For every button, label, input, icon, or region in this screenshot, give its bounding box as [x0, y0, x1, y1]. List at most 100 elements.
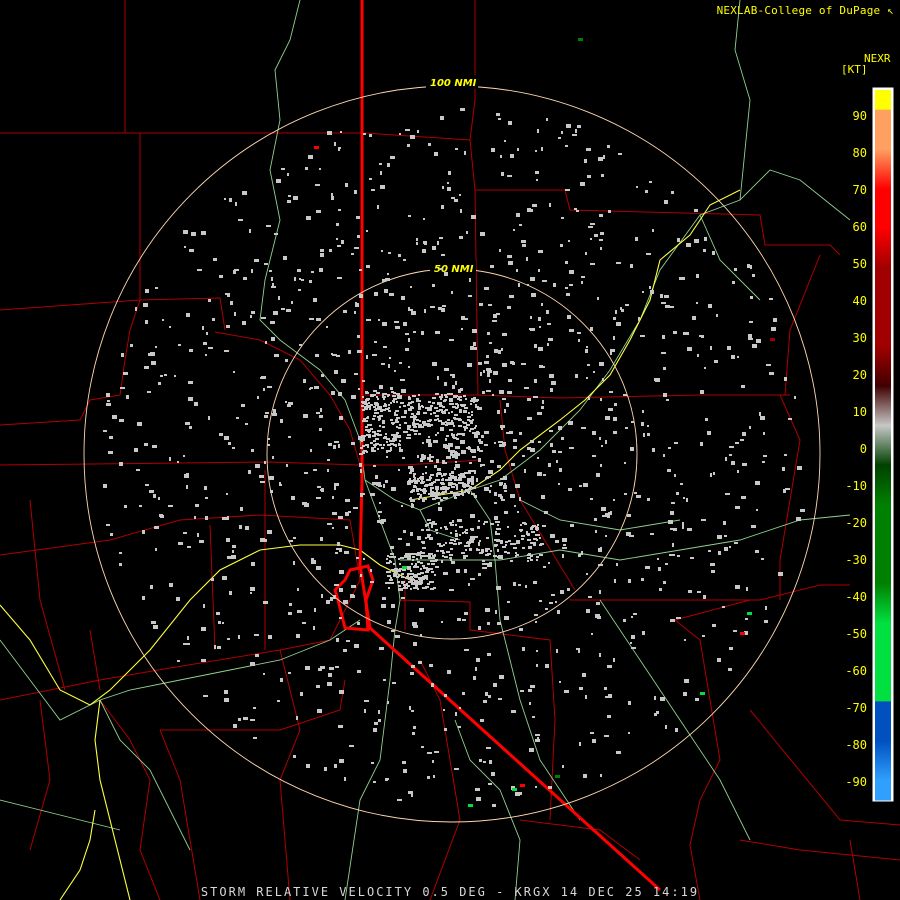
echo-pixel [484, 287, 489, 290]
echo-pixel [297, 269, 301, 272]
echo-pixel [235, 202, 237, 206]
echo-pixel [764, 620, 768, 623]
echo-pixel [313, 626, 315, 630]
scale-tick-label: -40 [845, 590, 867, 604]
echo-pixel [453, 493, 455, 495]
echo-pixel [412, 422, 415, 424]
echo-pixel [331, 193, 333, 197]
echo-pixel [464, 318, 468, 320]
echo-pixel [370, 493, 375, 496]
echo-pixel [386, 441, 388, 443]
echo-pixel [469, 549, 472, 551]
echo-pixel [395, 421, 399, 423]
echo-pixel [403, 587, 406, 589]
echo-pixel [755, 550, 759, 553]
echo-pixel [531, 526, 534, 528]
echo-pixel [562, 554, 564, 558]
echo-pixel [404, 422, 407, 424]
echo-pixel [378, 515, 380, 517]
echo-pixel [499, 249, 501, 252]
echo-pixel [558, 137, 561, 139]
echo-pixel [705, 418, 708, 421]
echo-pixel [447, 670, 451, 674]
echo-pixel [566, 124, 571, 128]
echo-pixel [408, 791, 413, 794]
echo-pixel [477, 526, 480, 529]
echo-pixel [425, 484, 429, 486]
echo-pixel [451, 411, 453, 413]
echo-pixel [712, 251, 715, 255]
echo-pixel [373, 390, 377, 392]
echo-pixel [454, 768, 459, 770]
echo-pixel [502, 363, 507, 367]
echo-pixel [458, 726, 461, 728]
echo-pixel [724, 535, 727, 537]
echo-pixel [338, 209, 341, 211]
echo-pixel [525, 585, 527, 588]
echo-pixel [483, 761, 486, 763]
echo-pixel [391, 569, 394, 571]
echo-pixel [158, 382, 161, 385]
echo-pixel [271, 277, 273, 281]
echo-pixel [462, 485, 466, 487]
echo-pixel [508, 540, 511, 542]
echo-pixel [387, 163, 390, 167]
echo-pixel [504, 140, 506, 142]
echo-pixel [403, 322, 407, 326]
echo-pixel [478, 542, 480, 544]
echo-pixel [316, 210, 321, 213]
echo-pixel [598, 157, 603, 161]
echo-pixel [663, 581, 666, 584]
echo-pixel [400, 379, 405, 381]
echo-pixel [423, 412, 427, 414]
echo-pixel [518, 584, 521, 586]
echo-pixel [420, 562, 423, 564]
echo-pixel [397, 581, 400, 583]
echo-pixel [425, 472, 427, 474]
echo-pixel [438, 497, 441, 499]
echo-pixel [277, 700, 280, 702]
echo-pixel [407, 575, 409, 577]
echo-pixel [400, 402, 404, 404]
echo-pixel [510, 494, 515, 498]
echo-pixel [578, 38, 583, 41]
echo-pixel [524, 387, 529, 389]
echo-pixel [251, 269, 253, 273]
echo-pixel [379, 425, 381, 427]
echo-pixel [504, 511, 508, 514]
echo-pixel [556, 649, 558, 653]
echo-pixel [441, 492, 445, 494]
echo-pixel [374, 394, 376, 396]
echo-pixel [676, 492, 679, 495]
echo-pixel [425, 571, 429, 573]
echo-pixel [625, 427, 628, 429]
echo-pixel [519, 628, 523, 631]
echo-pixel [248, 470, 251, 474]
echo-pixel [546, 118, 548, 121]
echo-pixel [390, 546, 394, 549]
echo-pixel [597, 616, 601, 619]
echo-pixel [599, 362, 604, 366]
echo-pixel [203, 604, 205, 608]
echo-pixel [154, 526, 159, 529]
echo-pixel [642, 291, 644, 293]
echo-pixel [222, 517, 227, 520]
echo-pixel [458, 477, 462, 479]
echo-pixel [489, 490, 491, 493]
echo-pixel [393, 398, 397, 400]
echo-pixel [418, 498, 420, 500]
echo-pixel [434, 407, 438, 409]
echo-pixel [437, 432, 439, 434]
echo-pixel [301, 279, 304, 281]
echo-pixel [374, 722, 378, 725]
echo-pixel [353, 507, 358, 509]
echo-pixel [735, 506, 740, 509]
echo-pixel [253, 737, 257, 739]
echo-pixel [310, 387, 313, 389]
echo-pixel [444, 399, 447, 401]
echo-pixel [567, 315, 571, 319]
echo-pixel [320, 489, 323, 491]
echo-pixel [427, 519, 431, 521]
echo-pixel [309, 318, 314, 320]
echo-pixel [737, 356, 739, 358]
